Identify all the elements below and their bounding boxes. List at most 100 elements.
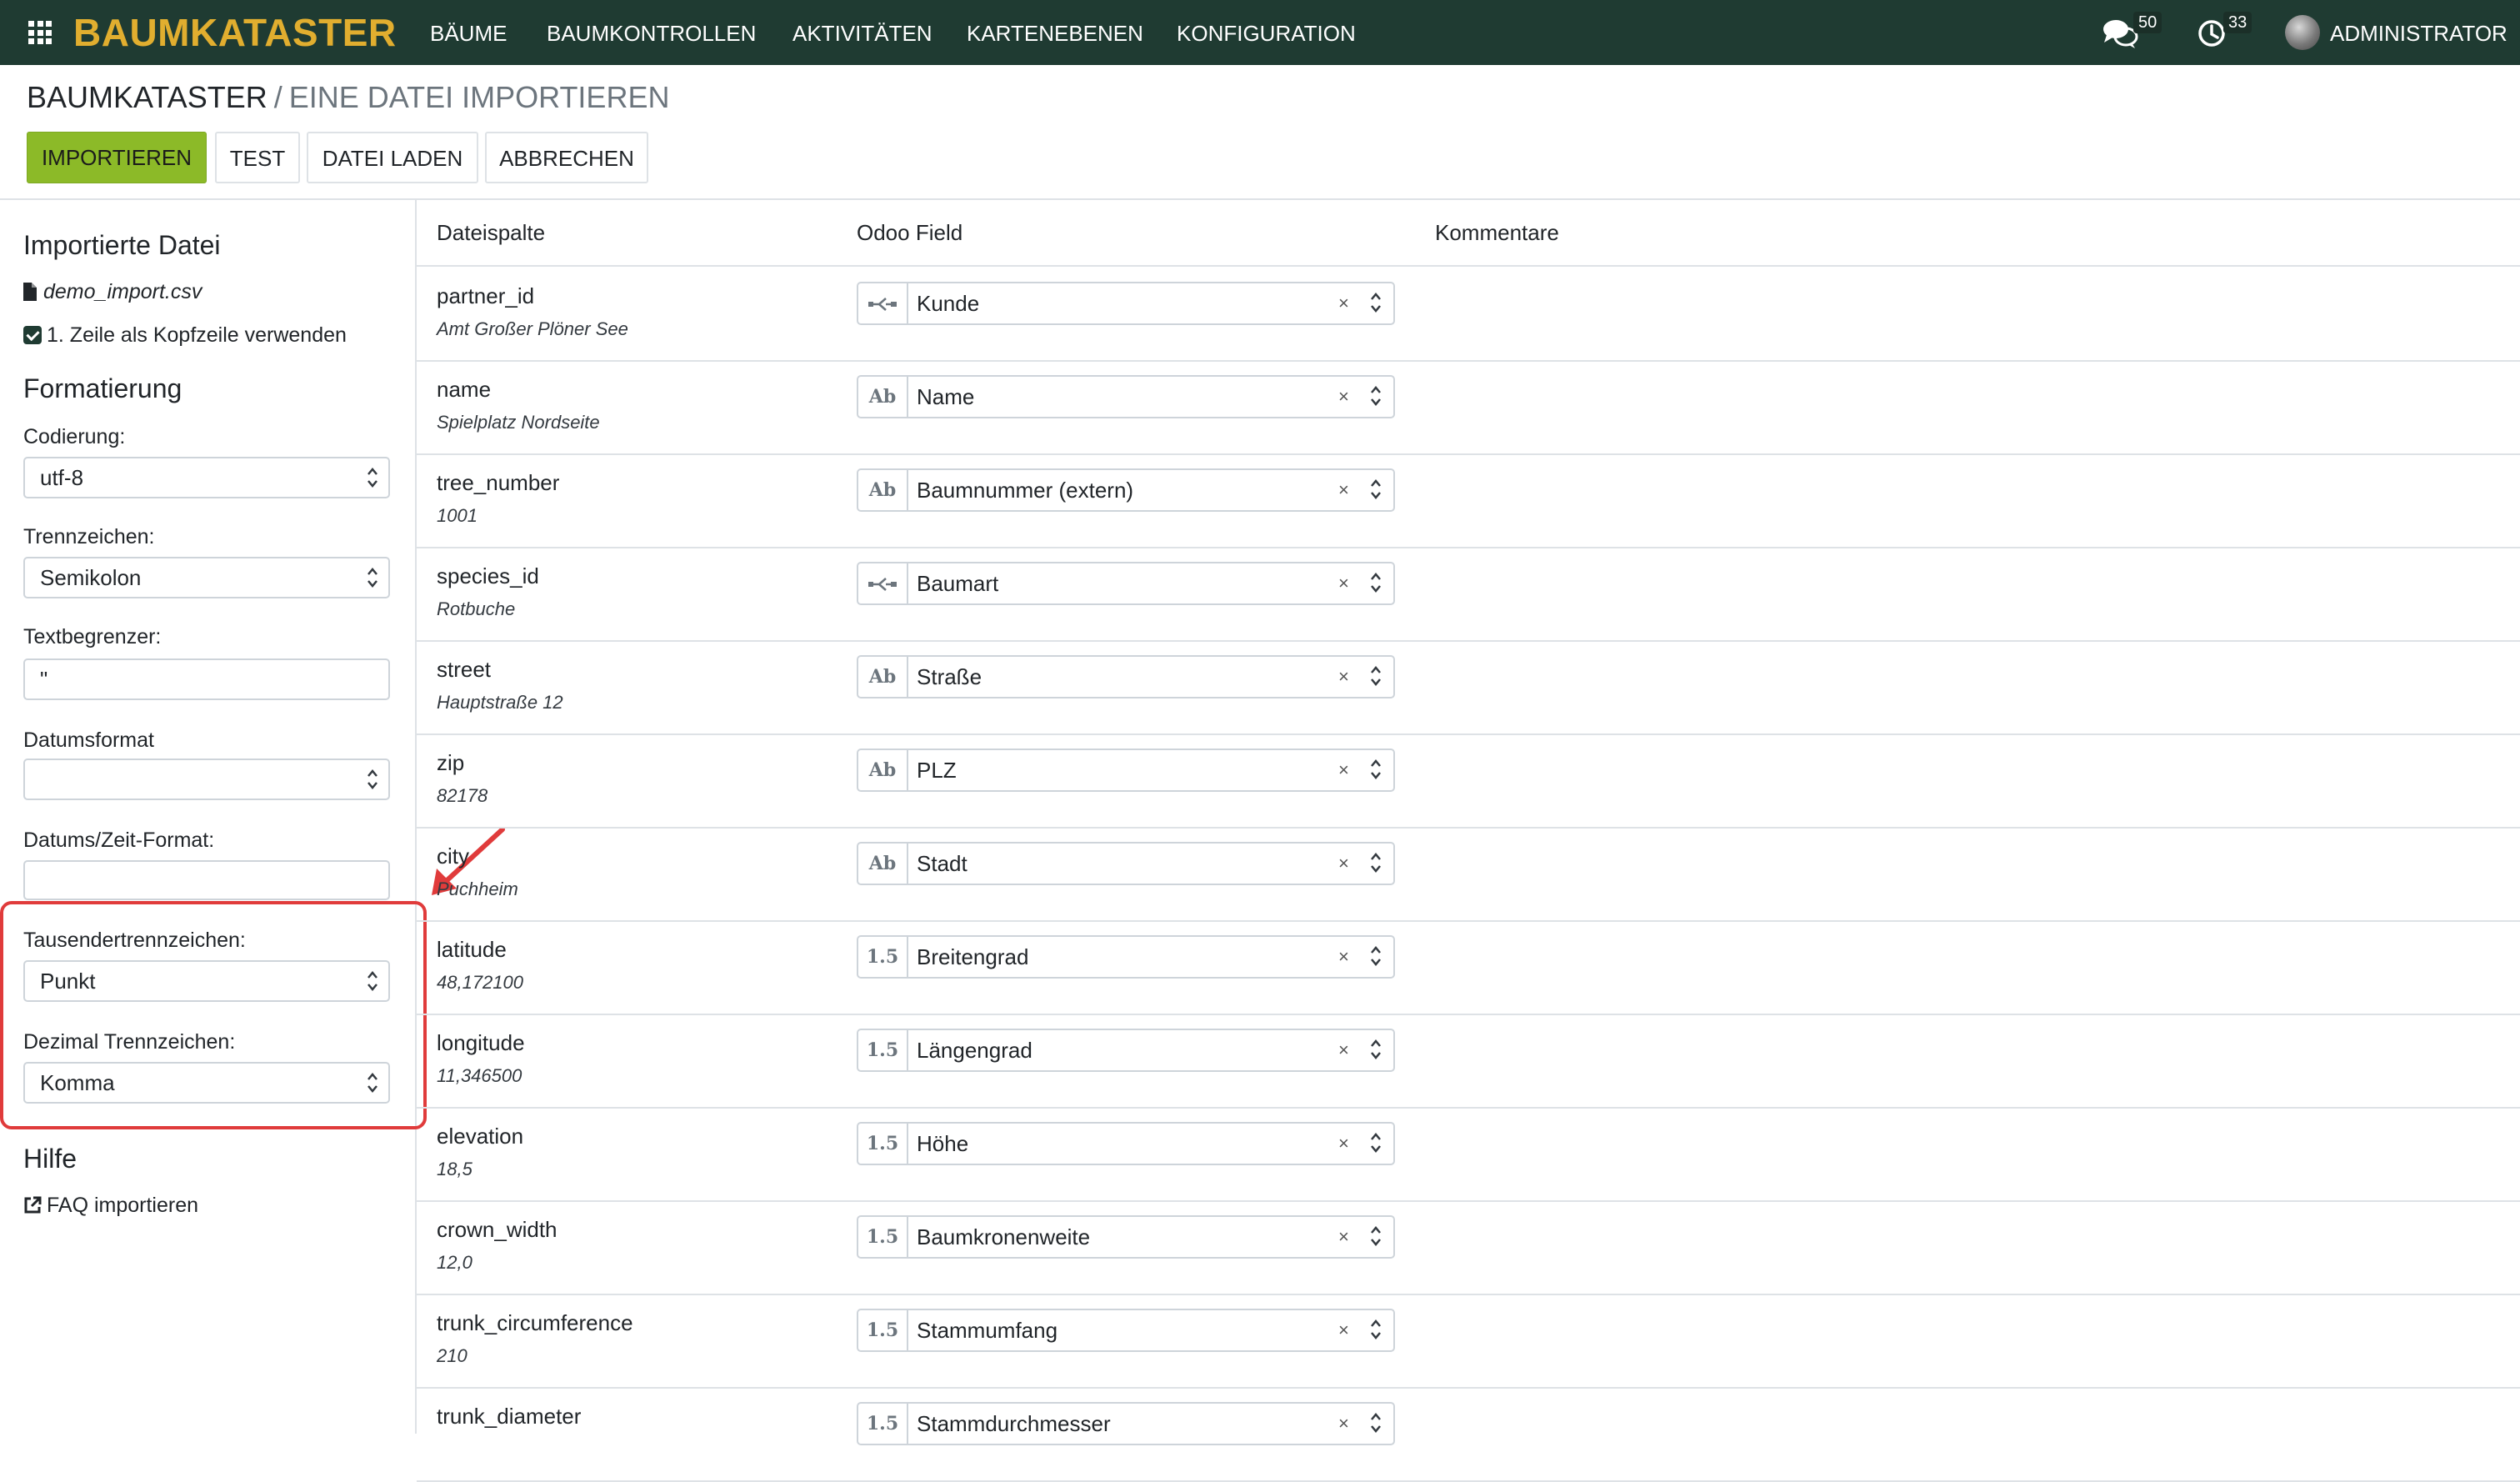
odoo-field-select[interactable]: 1.5 Längengrad × (857, 1029, 1395, 1072)
table-row: crown_width 12,0 1.5 Baumkronenweite × (417, 1200, 2520, 1295)
odoo-field-select[interactable]: 1.5 Baumkronenweite × (857, 1215, 1395, 1259)
file-column-name: latitude (437, 937, 507, 962)
quote-value: " (40, 667, 48, 692)
load-file-button[interactable]: DATEI LADEN (307, 132, 478, 183)
faq-link[interactable]: FAQ importieren (23, 1194, 198, 1218)
float-icon: 1.5 (858, 1310, 908, 1350)
clear-icon[interactable]: × (1338, 1310, 1349, 1350)
menu-baumkontrollen[interactable]: BAUMKONTROLLEN (547, 0, 756, 65)
odoo-field-value: Kunde (917, 291, 980, 316)
activities-badge: 33 (2223, 12, 2252, 33)
odoo-field-select[interactable]: 1.5 Höhe × (857, 1122, 1395, 1165)
odoo-field-value: Baumnummer (extern) (917, 478, 1134, 503)
select-arrows-icon (1371, 1039, 1381, 1059)
header-option-label: 1. Zeile als Kopfzeile verwenden (47, 323, 347, 347)
clear-icon[interactable]: × (1338, 1217, 1349, 1257)
file-column-name: longitude (437, 1030, 525, 1055)
formatting-title: Formatierung (23, 373, 182, 403)
breadcrumb: BAUMKATASTER / EINE DATEI IMPORTIEREN (27, 78, 669, 117)
faq-link-label: FAQ importieren (47, 1194, 199, 1217)
file-name-line: demo_import.csv (23, 280, 202, 304)
user-menu[interactable]: ADMINISTRATOR (2330, 0, 2508, 67)
odoo-field-select[interactable]: 1.5 Breitengrad × (857, 935, 1395, 979)
quote-input[interactable]: " (23, 658, 390, 700)
file-column-name: street (437, 657, 492, 682)
clear-icon[interactable]: × (1338, 377, 1349, 417)
odoo-field-value: Name (917, 384, 975, 409)
activity-menu[interactable]: 33 (2193, 0, 2260, 65)
odoo-field-value: Breitengrad (917, 944, 1029, 969)
text-icon: Ab (858, 470, 908, 510)
file-column-sample: 12,0 (437, 1252, 472, 1273)
odoo-field-select[interactable]: Ab Name × (857, 375, 1395, 418)
odoo-field-value: Baumkronenweite (917, 1224, 1091, 1249)
odoo-field-select[interactable]: Ab PLZ × (857, 749, 1395, 792)
cancel-button[interactable]: ABBRECHEN (485, 132, 648, 183)
clear-icon[interactable]: × (1338, 1124, 1349, 1164)
avatar[interactable] (2285, 15, 2320, 50)
header-comments: Kommentare (1435, 220, 1559, 245)
menu-kartenebenen[interactable]: KARTENEBENEN (967, 0, 1143, 65)
table-row: trunk_diameter 1.5 Stammdurchmesser × (417, 1387, 2520, 1482)
text-icon: Ab (858, 657, 908, 697)
float-icon: 1.5 (858, 1030, 908, 1070)
header-checkbox[interactable] (23, 326, 42, 344)
clear-icon[interactable]: × (1338, 937, 1349, 977)
separator-select[interactable]: Semikolon (23, 557, 390, 598)
quote-label: Textbegrenzer: (23, 625, 162, 648)
select-arrows-icon (368, 568, 378, 588)
select-arrows-icon (1371, 666, 1381, 686)
clear-icon[interactable]: × (1338, 283, 1349, 323)
odoo-field-value: Stammdurchmesser (917, 1411, 1111, 1436)
select-arrows-icon (368, 769, 378, 789)
menu-aktivitaeten[interactable]: AKTIVITÄTEN (792, 0, 932, 65)
test-button[interactable]: TEST (215, 132, 300, 183)
clear-icon[interactable]: × (1338, 563, 1349, 603)
mapping-table-header: Dateispalte Odoo Field Kommentare (417, 200, 2520, 267)
app-brand[interactable]: BAUMKATASTER (73, 11, 397, 54)
file-name: demo_import.csv (43, 280, 202, 303)
clear-icon[interactable]: × (1338, 1404, 1349, 1444)
odoo-field-select[interactable]: 1.5 Stammdurchmesser × (857, 1402, 1395, 1445)
clear-icon[interactable]: × (1338, 470, 1349, 510)
file-column-name: zip (437, 750, 465, 775)
file-column-sample: 18,5 (437, 1159, 472, 1179)
apps-menu-icon[interactable] (28, 21, 52, 44)
menu-konfiguration[interactable]: KONFIGURATION (1177, 0, 1356, 65)
file-column-name: species_id (437, 563, 539, 588)
external-link-icon (24, 1196, 42, 1214)
odoo-field-select[interactable]: Baumart × (857, 562, 1395, 605)
clear-icon[interactable]: × (1338, 657, 1349, 697)
messaging-menu[interactable]: 50 (2098, 0, 2165, 65)
table-row: longitude 11,346500 1.5 Längengrad × (417, 1014, 2520, 1109)
odoo-field-select[interactable]: Ab Baumnummer (extern) × (857, 468, 1395, 512)
clear-icon[interactable]: × (1338, 750, 1349, 790)
float-icon: 1.5 (858, 937, 908, 977)
clear-icon[interactable]: × (1338, 1030, 1349, 1070)
select-arrows-icon (1371, 1226, 1381, 1246)
clear-icon[interactable]: × (1338, 844, 1349, 884)
header-option[interactable]: 1. Zeile als Kopfzeile verwenden (23, 323, 347, 348)
imported-file-title: Importierte Datei (23, 230, 221, 260)
date-format-label: Datumsformat (23, 728, 154, 752)
import-button[interactable]: IMPORTIEREN (27, 132, 207, 183)
table-row: city Puchheim Ab Stadt × (417, 827, 2520, 922)
odoo-field-select[interactable]: Kunde × (857, 282, 1395, 325)
file-column-sample: Spielplatz Nordseite (437, 412, 600, 433)
datetime-format-input[interactable] (23, 860, 390, 900)
breadcrumb-root[interactable]: BAUMKATASTER (27, 80, 268, 114)
table-row: latitude 48,172100 1.5 Breitengrad × (417, 920, 2520, 1015)
encoding-select[interactable]: utf-8 (23, 457, 390, 498)
select-arrows-icon (1371, 293, 1381, 313)
date-format-select[interactable] (23, 759, 390, 800)
menu-baeume[interactable]: BÄUME (430, 0, 507, 65)
odoo-field-select[interactable]: Ab Straße × (857, 655, 1395, 698)
file-icon (23, 283, 37, 301)
odoo-field-select[interactable]: Ab Stadt × (857, 842, 1395, 885)
table-row: elevation 18,5 1.5 Höhe × (417, 1107, 2520, 1202)
select-arrows-icon (1371, 1133, 1381, 1153)
file-column-name: name (437, 377, 492, 402)
file-column-sample: Hauptstraße 12 (437, 692, 563, 713)
select-arrows-icon (1371, 479, 1381, 499)
odoo-field-select[interactable]: 1.5 Stammumfang × (857, 1309, 1395, 1352)
